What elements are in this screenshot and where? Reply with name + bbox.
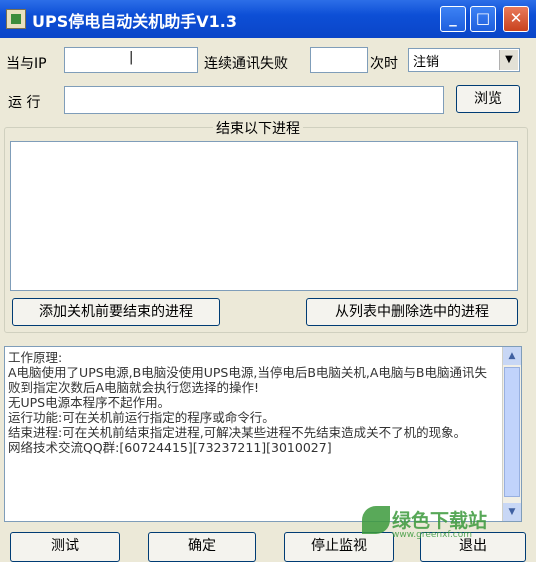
info-line: 工作原理: [8, 350, 63, 365]
info-line: 结束进程:可在关机前结束指定进程,可解决某些进程不先结束造成关不了机的现象。 [8, 425, 467, 440]
fail-count-label: 连续通讯失败 [204, 56, 288, 72]
info-line: A电脑使用了UPS电源,B电脑没使用UPS电源,当停电后B电脑关机,A电脑与B电… [8, 365, 487, 395]
leaf-icon [362, 506, 390, 534]
app-icon [6, 9, 26, 29]
watermark-url: www.greenxf.com [392, 530, 473, 540]
info-line: 无UPS电源本程序不起作用。 [8, 395, 171, 410]
window-title: UPS停电自动关机助手V1.3 [32, 12, 237, 31]
minimize-button[interactable]: _ [440, 6, 466, 32]
maximize-button[interactable]: □ [470, 6, 496, 32]
ip-label: 当与IP [6, 56, 47, 72]
browse-button[interactable]: 浏览 [456, 85, 520, 113]
title-bar: UPS停电自动关机助手V1.3 _ □ ✕ [0, 0, 536, 38]
info-textarea[interactable]: 工作原理: A电脑使用了UPS电源,B电脑没使用UPS电源,当停电后B电脑关机,… [4, 346, 522, 522]
fail-count-input[interactable] [310, 47, 368, 73]
times-label: 次时 [370, 56, 398, 72]
scroll-thumb[interactable] [504, 367, 520, 497]
action-select-value: 注销 [413, 55, 440, 70]
run-label: 运 行 [8, 95, 41, 111]
info-text: 工作原理: A电脑使用了UPS电源,B电脑没使用UPS电源,当停电后B电脑关机,… [8, 350, 498, 455]
ok-button[interactable]: 确定 [148, 532, 256, 562]
action-select[interactable]: 注销 ▼ [408, 48, 520, 72]
process-list[interactable] [10, 141, 518, 291]
chevron-down-icon[interactable]: ▼ [499, 50, 518, 70]
watermark-logo: 绿色下载站 www.greenxf.com [352, 500, 532, 550]
vertical-scrollbar[interactable]: ▲ ▼ [502, 347, 521, 521]
ip-input[interactable]: | [64, 47, 198, 73]
info-line: 运行功能:可在关机前运行指定的程序或命令行。 [8, 410, 275, 425]
scroll-up-icon[interactable]: ▲ [503, 347, 521, 365]
run-input[interactable] [64, 86, 444, 114]
test-button[interactable]: 测试 [10, 532, 120, 562]
info-line: 网络技术交流QQ群:[60724415][73237211][3010027] [8, 440, 332, 455]
close-button[interactable]: ✕ [503, 6, 529, 32]
remove-process-button[interactable]: 从列表中删除选中的进程 [306, 298, 518, 326]
process-group-title: 结束以下进程 [213, 118, 303, 138]
watermark-text: 绿色下载站 [392, 510, 488, 532]
add-process-button[interactable]: 添加关机前要结束的进程 [12, 298, 220, 326]
